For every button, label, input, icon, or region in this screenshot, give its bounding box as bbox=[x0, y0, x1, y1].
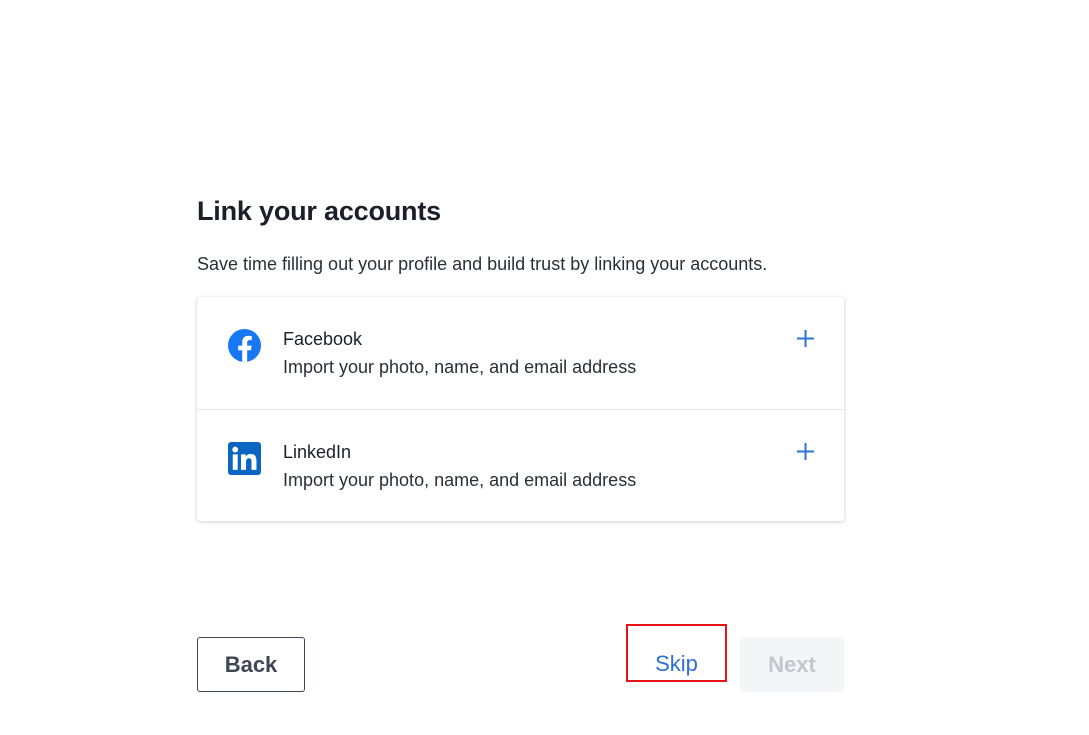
account-description: Import your photo, name, and email addre… bbox=[283, 357, 637, 377]
page-subtitle: Save time filling out your profile and b… bbox=[197, 254, 768, 274]
plus-icon[interactable] bbox=[797, 330, 814, 347]
account-name: LinkedIn bbox=[283, 442, 352, 462]
link-accounts-page: Link your accounts Save time filling out… bbox=[0, 0, 1089, 735]
link-accounts-section: Link your accounts Save time filling out… bbox=[197, 190, 844, 521]
plus-icon[interactable] bbox=[797, 443, 814, 460]
account-row-linkedin[interactable]: LinkedIn Import your photo, name, and em… bbox=[197, 409, 844, 521]
account-name: Facebook bbox=[283, 329, 363, 349]
account-description: Import your photo, name, and email addre… bbox=[283, 470, 637, 490]
skip-button[interactable]: Skip bbox=[626, 624, 727, 682]
accounts-list: Facebook Import your photo, name, and em… bbox=[197, 297, 844, 521]
account-text-facebook: Facebook Import your photo, name, and em… bbox=[283, 327, 636, 379]
linkedin-icon bbox=[228, 442, 261, 475]
back-button[interactable]: Back bbox=[197, 637, 305, 692]
page-title: Link your accounts bbox=[197, 196, 441, 226]
account-row-facebook[interactable]: Facebook Import your photo, name, and em… bbox=[197, 297, 844, 409]
facebook-icon bbox=[228, 329, 261, 362]
next-button[interactable]: Next bbox=[740, 637, 844, 692]
account-text-linkedin: LinkedIn Import your photo, name, and em… bbox=[283, 440, 636, 492]
